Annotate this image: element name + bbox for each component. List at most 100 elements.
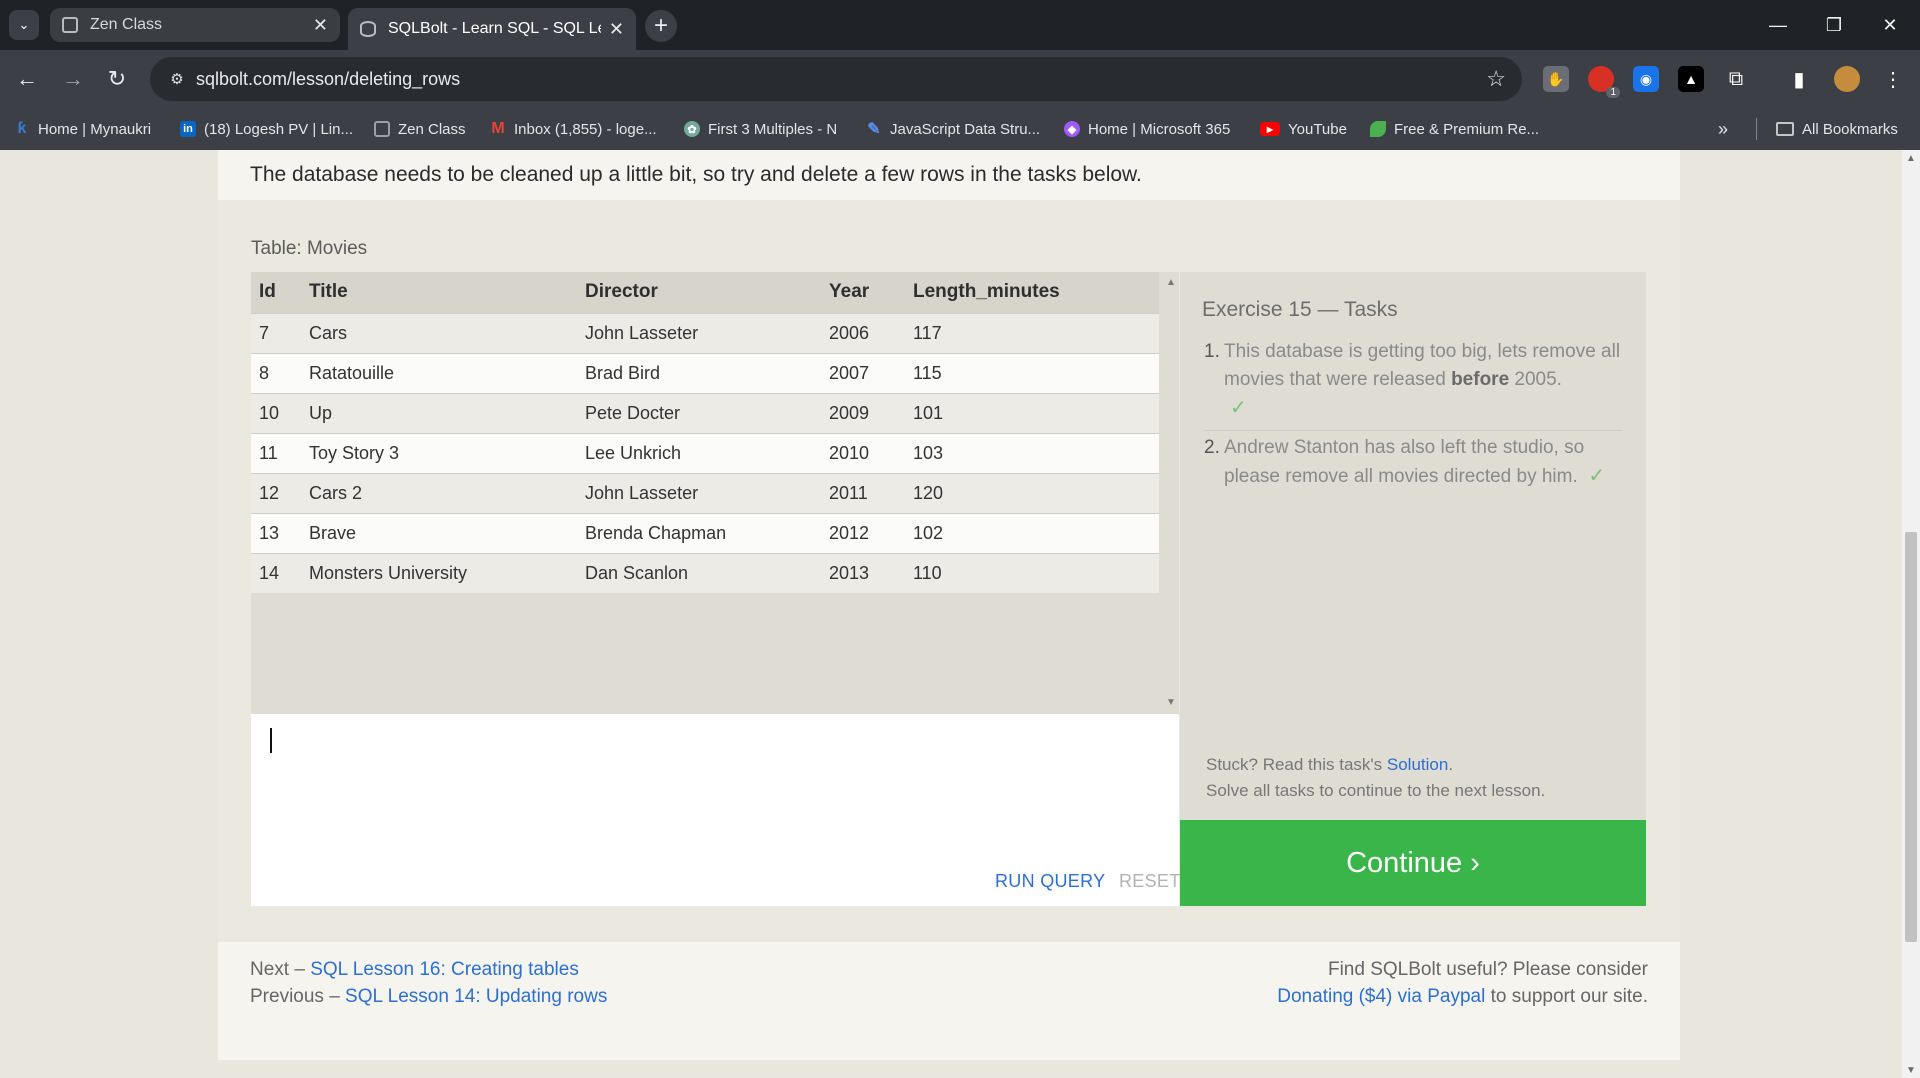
side-panel-icon[interactable]: ▮ (1786, 66, 1812, 92)
url-text[interactable]: sqlbolt.com/lesson/deleting_rows (196, 69, 460, 90)
scroll-up-icon[interactable]: ▲ (1902, 150, 1920, 166)
bookmark-label: JavaScript Data Stru... (890, 120, 1041, 138)
forward-button[interactable]: → (58, 64, 88, 94)
task-divider (1204, 430, 1622, 431)
restore-button[interactable]: ❐ (1806, 0, 1862, 50)
table-cell: 2009 (821, 392, 905, 433)
solution-link[interactable]: Solution (1387, 755, 1448, 774)
database-favicon-icon (360, 21, 376, 37)
table-header-row: Id Title Director Year Length_minutes (251, 272, 1159, 313)
table-cell: Brenda Chapman (577, 512, 821, 553)
arrow-left-icon: ← (16, 66, 38, 91)
scrollbar-thumb[interactable] (1905, 532, 1917, 942)
table-scroll-up-icon[interactable]: ▲ (1163, 274, 1179, 290)
arrow-right-icon: → (62, 66, 84, 91)
bookmark-item[interactable]: ◆ Home | Microsoft 365 (1064, 118, 1230, 140)
bookmarks-bar: ƙ Home | Mynaukri in (18) Logesh PV | Li… (0, 108, 1920, 150)
next-prefix: Next – (250, 959, 311, 980)
table-cell: 7 (251, 312, 301, 353)
bookmark-label: YouTube (1288, 120, 1347, 138)
column-header: Title (301, 272, 577, 313)
table-cell: 12 (251, 472, 301, 513)
bookmark-item[interactable]: ƙ Home | Mynaukri (14, 118, 152, 140)
tab-zen-class[interactable]: Zen Class ✕ (50, 8, 340, 42)
donate-text: Find SQLBolt useful? Please consider (1327, 959, 1648, 980)
previous-lesson-link[interactable]: SQL Lesson 14: Updating rows (345, 986, 607, 1007)
column-header: Id (251, 272, 301, 313)
table-cell: 115 (905, 352, 1159, 393)
extension-wave-icon[interactable]: ◉ (1633, 66, 1659, 92)
reload-icon: ↻ (107, 66, 127, 91)
extension-record-icon[interactable]: 1 (1588, 66, 1620, 98)
exercise-intro: The database needs to be cleaned up a li… (250, 163, 1142, 186)
page-scrollbar[interactable]: ▲ ▼ (1902, 150, 1920, 1078)
tab-title: SQLBolt - Learn SQL - SQL Less (388, 20, 601, 37)
table-cell: Monsters University (301, 552, 577, 593)
bookmark-star-icon[interactable]: ☆ (1486, 66, 1506, 92)
task-text: This database is getting too big, lets r… (1224, 338, 1624, 423)
profile-avatar[interactable] (1834, 66, 1860, 92)
address-bar[interactable]: ⚙ sqlbolt.com/lesson/deleting_rows ☆ (150, 57, 1522, 101)
table-cell: Dan Scanlon (577, 552, 821, 593)
more-bookmarks-icon: » (1718, 118, 1729, 139)
run-query-button[interactable]: RUN QUERY (995, 871, 1105, 892)
bookmark-item[interactable]: in (18) Logesh PV | Lin... (180, 118, 353, 140)
freecodecamp-icon: ✎ (867, 121, 881, 138)
bookmark-item[interactable]: M Inbox (1,855) - loge... (490, 118, 656, 140)
task-number: 1. (1204, 341, 1220, 362)
table-cell: John Lasseter (577, 472, 821, 513)
tasks-panel: Exercise 15 — Tasks 1. This database is … (1180, 272, 1646, 820)
bookmark-item[interactable]: ✎ JavaScript Data Stru... (866, 118, 1040, 140)
reload-button[interactable]: ↻ (102, 64, 132, 94)
extension-triangle-icon[interactable]: ▲ (1678, 66, 1704, 92)
chevron-down-icon: ⌄ (18, 17, 30, 32)
table-cell: Up (301, 392, 577, 433)
checkmark-icon: ✓ (1230, 397, 1247, 419)
table-cell: 2013 (821, 552, 905, 593)
table-row: 13 Brave Brenda Chapman 2012 102 (251, 512, 1159, 553)
table-row: 11 Toy Story 3 Lee Unkrich 2010 103 (251, 432, 1159, 473)
extensions-puzzle-icon[interactable]: ⧉ (1723, 66, 1749, 92)
bookmark-label: Free & Premium Re... (1394, 120, 1540, 138)
chatgpt-icon: ✿ (684, 121, 700, 137)
close-tab-icon[interactable]: ✕ (313, 15, 328, 36)
all-bookmarks-button[interactable]: All Bookmarks (1776, 118, 1898, 140)
site-info-icon[interactable]: ⚙ (166, 68, 188, 90)
table-cell: 101 (905, 392, 1159, 433)
table-scroll-down-icon[interactable]: ▼ (1163, 694, 1179, 710)
bookmark-label: Zen Class (398, 120, 466, 138)
bookmark-item[interactable]: ✿ First 3 Multiples - N (684, 118, 837, 140)
extension-hand-icon[interactable]: ✋ (1543, 66, 1569, 92)
table-cell: 117 (905, 312, 1159, 353)
table-cell: Cars 2 (301, 472, 577, 513)
scroll-down-icon[interactable]: ▼ (1902, 1062, 1920, 1078)
bookmark-item[interactable]: Free & Premium Re... (1370, 118, 1539, 140)
reset-button[interactable]: RESET (1119, 871, 1181, 892)
next-lesson-link[interactable]: SQL Lesson 16: Creating tables (310, 959, 579, 980)
table-cell: Cars (301, 312, 577, 353)
back-button[interactable]: ← (12, 64, 42, 94)
tab-sqlbolt[interactable]: SQLBolt - Learn SQL - SQL Less ✕ (348, 8, 636, 50)
table-row: 14 Monsters University Dan Scanlon 2013 … (251, 552, 1159, 593)
results-table-container[interactable]: Id Title Director Year Length_minutes 7 … (251, 272, 1179, 714)
prev-prefix: Previous – (250, 986, 346, 1007)
continue-button[interactable]: Continue › (1180, 820, 1646, 906)
table-cell: 2006 (821, 312, 905, 353)
menu-kebab-icon[interactable]: ⋮ (1880, 66, 1906, 92)
page-viewport: The database needs to be cleaned up a li… (0, 150, 1902, 1078)
table-row: 12 Cars 2 John Lasseter 2011 120 (251, 472, 1159, 513)
minimize-button[interactable]: — (1750, 0, 1806, 50)
youtube-icon: ▶ (1260, 122, 1280, 136)
close-window-button[interactable]: ✕ (1862, 0, 1918, 50)
query-editor[interactable]: RUN QUERY RESET (251, 714, 1181, 906)
donate-link[interactable]: Donating ($4) via Paypal (1277, 986, 1485, 1007)
new-tab-button[interactable]: + (645, 10, 677, 42)
tab-search-button[interactable]: ⌄ (9, 10, 39, 40)
task-text-bold: before (1451, 369, 1510, 390)
close-tab-icon[interactable]: ✕ (609, 19, 624, 40)
bookmark-item[interactable]: Zen Class (374, 118, 466, 140)
more-bookmarks-button[interactable]: » (1718, 118, 1728, 140)
table-cell: Ratatouille (301, 352, 577, 393)
bookmark-item[interactable]: ▶ YouTube (1260, 118, 1347, 140)
exercise-panel: Table: Movies Id Title Director Year Len… (218, 200, 1680, 942)
